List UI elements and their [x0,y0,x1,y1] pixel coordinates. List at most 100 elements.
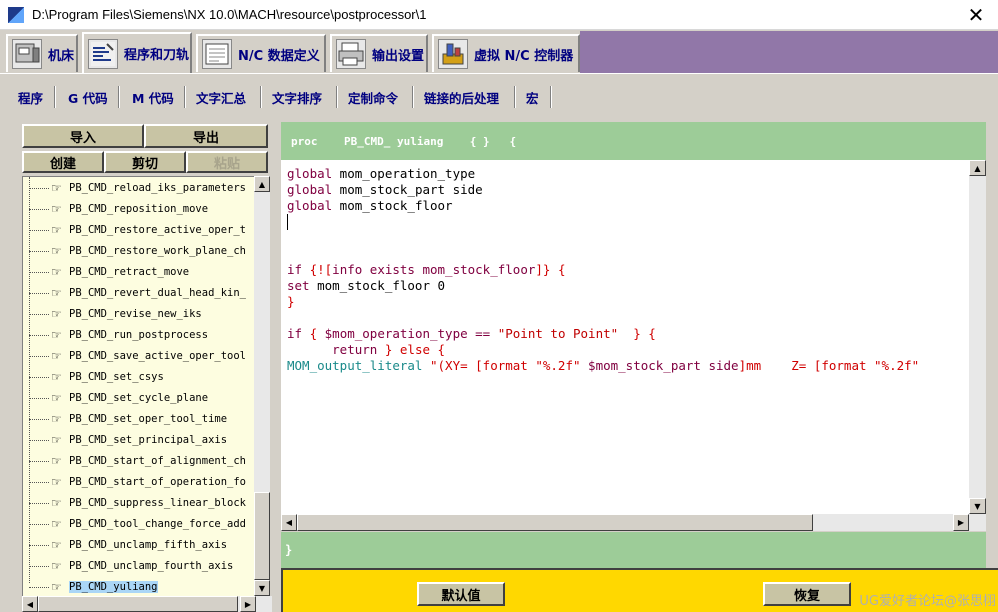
nc-data-definition-icon [202,39,232,69]
tree-item[interactable]: ☞ PB_CMD_yuliang [29,578,158,596]
code-line: set mom_stock_floor 0 [287,278,446,293]
printer-icon [336,39,366,69]
command-icon: ☞ [51,538,62,552]
tree-item-label: PB_CMD_start_of_operation_fo [69,476,247,488]
tree-item[interactable]: ☞ PB_CMD_reposition_move [29,200,208,218]
tree-connector [29,440,49,441]
tree-connector [29,524,49,525]
command-tree[interactable]: ☞ PB_CMD_reload_iks_parameters ☞ PB_CMD_rep… [22,176,254,596]
command-icon: ☞ [51,391,62,405]
scroll-thumb[interactable] [38,596,238,612]
code-line: global mom_stock_floor [287,198,453,213]
tree-connector [29,587,49,588]
window-title: D:\Program Files\Siemens\NX 10.0\MACH\re… [32,7,427,22]
tab-label: N/C 数据定义 [238,48,320,64]
tab-label: 虚拟 N/C 控制器 [474,48,574,64]
tab-nc-data-definition[interactable]: N/C 数据定义 [196,34,326,72]
default-button[interactable]: 默认值 [417,582,505,606]
tree-item[interactable]: ☞ PB_CMD_start_of_operation_fo [29,473,247,491]
code-editor[interactable]: global mom_operation_type global mom_sto… [281,160,969,514]
tree-item[interactable]: ☞ PB_CMD_run_postprocess [29,326,208,344]
tab-program-toolpath[interactable]: 程序和刀轨 [82,32,192,73]
subtab-word-summary[interactable]: 文字汇总 [196,88,246,108]
tab-output-settings[interactable]: 输出设置 [330,34,428,72]
tree-connector [29,419,49,420]
tree-item[interactable]: ☞ PB_CMD_set_csys [29,368,164,386]
tree-connector [29,230,49,231]
scroll-left-icon[interactable]: ◀ [22,596,38,612]
tab-separator [412,86,414,108]
code-line: return } else { [332,342,446,357]
tree-item[interactable]: ☞ PB_CMD_revert_dual_head_kin_ [29,284,246,302]
tree-item[interactable]: ☞ PB_CMD_set_principal_axis [29,431,227,449]
scroll-thumb[interactable] [297,514,813,531]
tree-connector [29,177,30,583]
scroll-left-icon[interactable]: ◀ [281,514,297,531]
tree-connector [29,398,49,399]
import-button[interactable]: 导入 [22,124,144,148]
tab-virtual-nc-controller[interactable]: 虚拟 N/C 控制器 [432,34,580,72]
tree-connector [29,335,49,336]
tree-item-label: PB_CMD_tool_change_force_add [69,518,247,530]
tree-item[interactable]: ☞ PB_CMD_restore_active_oper_t [29,221,246,239]
tree-item-label: PB_CMD_restore_work_plane_ch [69,245,247,257]
tree-connector [29,314,49,315]
scroll-right-icon[interactable]: ▶ [953,514,969,531]
scroll-right-icon[interactable]: ▶ [240,596,256,612]
editor-vertical-scrollbar[interactable]: ▲ ▼ [969,160,986,514]
watermark: UG爱好者论坛@张思栩 [859,594,996,609]
subtab-macro[interactable]: 宏 [526,88,539,108]
scroll-up-icon[interactable]: ▲ [969,160,986,176]
tree-horizontal-scrollbar[interactable]: ◀ ▶ [22,596,272,612]
code-line: MOM_output_literal "(XY= [format "%.2f" … [287,358,920,373]
tree-connector [29,503,49,504]
tree-item[interactable]: ☞ PB_CMD_restore_work_plane_ch [29,242,247,260]
tree-item-label: PB_CMD_revise_new_iks [69,308,202,320]
subtab-linked-posts[interactable]: 链接的后处理 [424,88,499,108]
tree-item[interactable]: ☞ PB_CMD_suppress_linear_block [29,494,246,512]
subtab-program[interactable]: 程序 [18,88,43,108]
scroll-down-icon[interactable]: ▼ [969,498,986,514]
tree-item[interactable]: ☞ PB_CMD_reload_iks_parameters [29,179,246,197]
machine-tool-icon [12,39,42,69]
tab-label: 程序和刀轨 [124,48,190,63]
command-icon: ☞ [51,349,62,363]
app-icon [8,6,24,23]
tree-connector [29,356,49,357]
tree-connector [29,209,49,210]
tree-item[interactable]: ☞ PB_CMD_unclamp_fifth_axis [29,536,227,554]
main-tab-bar: 机床 程序和刀轨 N/C 数据定义 输出设置 虚拟 N/C 控制器 [0,31,998,73]
subtab-g-code[interactable]: G 代码 [68,88,108,108]
tree-vertical-scrollbar[interactable]: ▲ ▼ [254,176,270,596]
tree-item-label: PB_CMD_unclamp_fourth_axis [69,560,234,572]
cut-button[interactable]: 剪切 [104,151,186,173]
paste-button[interactable]: 粘贴 [186,151,268,173]
tree-item[interactable]: ☞ PB_CMD_unclamp_fourth_axis [29,557,234,575]
tree-connector [29,461,49,462]
command-icon: ☞ [51,307,62,321]
editor-horizontal-scrollbar[interactable]: ◀ ▶ [281,514,986,531]
restore-button[interactable]: 恢复 [763,582,851,606]
tree-item[interactable]: ☞ PB_CMD_revise_new_iks [29,305,202,323]
code-line: global mom_operation_type [287,166,476,181]
code-line: if { $mom_operation_type == "Point to Po… [287,326,656,341]
tree-item[interactable]: ☞ PB_CMD_set_oper_tool_time [29,410,227,428]
scroll-down-icon[interactable]: ▼ [254,580,270,596]
create-button[interactable]: 创建 [22,151,104,173]
tab-separator [118,86,120,108]
tree-item[interactable]: ☞ PB_CMD_retract_move [29,263,189,281]
tab-machine-tool[interactable]: 机床 [6,34,78,72]
tree-item[interactable]: ☞ PB_CMD_start_of_alignment_ch [29,452,246,470]
subtab-m-code[interactable]: M 代码 [132,88,174,108]
tree-item[interactable]: ☞ PB_CMD_set_cycle_plane [29,389,208,407]
scroll-thumb[interactable] [254,492,270,580]
scroll-up-icon[interactable]: ▲ [254,176,270,192]
tree-item[interactable]: ☞ PB_CMD_save_active_oper_tool [29,347,246,365]
tree-item[interactable]: ☞ PB_CMD_tool_change_force_add [29,515,247,533]
close-icon[interactable]: ✕ [964,3,988,27]
subtab-word-sequencing[interactable]: 文字排序 [272,88,322,108]
tree-connector [29,566,49,567]
export-button[interactable]: 导出 [144,124,268,148]
subtab-custom-command[interactable]: 定制命令 [348,88,398,108]
tab-separator [54,86,56,108]
